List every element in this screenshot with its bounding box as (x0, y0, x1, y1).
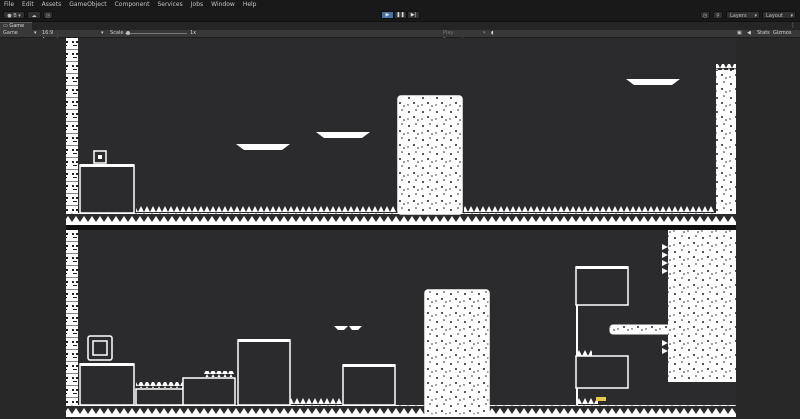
menu-file[interactable]: File (0, 0, 18, 9)
mute-audio-icon[interactable]: ◖ (491, 30, 494, 37)
support-line (576, 305, 578, 405)
account-label: B (13, 13, 17, 19)
layers-dropdown[interactable]: Layers ▾ (726, 11, 760, 19)
ledge-top (80, 164, 134, 167)
account-button[interactable]: ● B ▾ (3, 11, 25, 19)
floating-platform (626, 79, 680, 85)
ledge-top (80, 363, 134, 366)
spikes-row (290, 398, 342, 404)
menu-component[interactable]: Component (111, 0, 154, 9)
display-label: Game (3, 30, 18, 36)
cloud-icon: ☁ (31, 13, 37, 19)
stone-pillar (424, 289, 490, 416)
spikes-row (578, 350, 592, 356)
goal-switch (596, 397, 606, 401)
game-viewport[interactable] (0, 38, 800, 417)
tab-game-label: Game (9, 23, 25, 29)
mid-block (342, 364, 396, 406)
upper-block (575, 266, 629, 306)
menu-help[interactable]: Help (239, 0, 261, 9)
gizmos-button[interactable]: Gizmos (773, 30, 791, 37)
game-render (66, 38, 736, 417)
spikes-row (578, 398, 598, 404)
menu-gameobject[interactable]: GameObject (65, 0, 110, 9)
clock-icon: ◷ (702, 13, 708, 19)
bottom-game-screen (66, 230, 736, 417)
play-icon: ▶ (385, 12, 390, 18)
chevron-down-icon: ▾ (34, 30, 37, 36)
step-button[interactable]: ▶| (407, 11, 420, 19)
chevron-down-icon: ▾ (483, 30, 486, 36)
layout-label: Layout (766, 13, 783, 19)
collab-button[interactable]: ◷ (43, 11, 53, 19)
scale-slider-handle[interactable] (126, 31, 130, 35)
block-top (343, 364, 395, 367)
history-button[interactable]: ◷ (700, 11, 710, 19)
step-block (182, 377, 236, 406)
play-button[interactable]: ▶ (381, 11, 394, 19)
more-options-icon[interactable]: ⋮ (790, 22, 796, 30)
spikes-row (136, 382, 186, 388)
player-eye (98, 155, 102, 159)
history-icon: ◷ (45, 13, 51, 19)
top-game-screen (66, 38, 736, 225)
start-ledge (79, 164, 135, 214)
pause-button[interactable]: ❚❚ (394, 11, 407, 19)
audio-icon[interactable]: ◀ (747, 30, 751, 37)
spikes-row (464, 206, 714, 212)
menu-bar: File Edit Assets GameObject Component Se… (0, 0, 800, 9)
pause-icon: ❚❚ (396, 12, 405, 18)
game-view-toolbar: Game ▾ 16:9 Aspect ▾ Scale 1x Play Focus… (0, 30, 800, 43)
main-toolbar: ● B ▾ ☁ ◷ ▶ ❚❚ ▶| ◷ ⚲ Layers ▾ Layout ▾ (0, 9, 800, 22)
menu-jobs[interactable]: Jobs (187, 0, 207, 9)
stone-pillar (397, 95, 463, 215)
chevron-down-icon: ▾ (790, 13, 793, 19)
spikes-top (716, 64, 736, 70)
search-icon: ⚲ (716, 13, 720, 19)
stats-button[interactable]: Stats (757, 30, 770, 37)
cloud-button[interactable]: ☁ (27, 11, 41, 19)
start-ledge (79, 363, 135, 406)
step-icon: ▶| (410, 12, 417, 18)
layout-dropdown[interactable]: Layout ▾ (762, 11, 796, 19)
scale-value: 1x (190, 30, 197, 36)
spikes-row (204, 371, 234, 377)
play-controls: ▶ ❚❚ ▶| (381, 11, 420, 19)
search-button[interactable]: ⚲ (713, 11, 723, 19)
account-icon: ● (7, 13, 12, 19)
player-character (87, 335, 113, 361)
maximize-icon[interactable]: ▣ (737, 30, 742, 37)
game-icon: ▭ (3, 23, 8, 29)
tab-bar: ▭ Game ⋮ (0, 22, 800, 30)
right-wall-block (668, 230, 736, 382)
block-top (576, 266, 628, 269)
right-wall-pillar (716, 70, 736, 214)
floor-edge (66, 222, 736, 225)
block-top (238, 339, 290, 342)
scale-label: Scale (110, 30, 124, 36)
menu-services[interactable]: Services (153, 0, 186, 9)
layers-label: Layers (730, 13, 747, 19)
tall-block (237, 339, 291, 406)
scale-slider-track[interactable] (125, 33, 187, 34)
chevron-down-icon: ▾ (101, 30, 104, 36)
menu-window[interactable]: Window (207, 0, 239, 9)
menu-assets[interactable]: Assets (38, 0, 66, 9)
split-divider (66, 225, 736, 230)
step-block (135, 388, 191, 406)
tab-game[interactable]: ▭ Game (0, 22, 32, 30)
floating-platform (236, 144, 290, 150)
left-wall-skulls (66, 38, 78, 225)
left-wall-skulls (66, 230, 78, 417)
lower-block (575, 355, 629, 389)
spikes-row (136, 206, 396, 212)
chevron-down-icon: ▾ (754, 13, 757, 19)
floating-platform (316, 132, 370, 138)
stone-ledge (609, 324, 671, 335)
menu-edit[interactable]: Edit (18, 0, 38, 9)
